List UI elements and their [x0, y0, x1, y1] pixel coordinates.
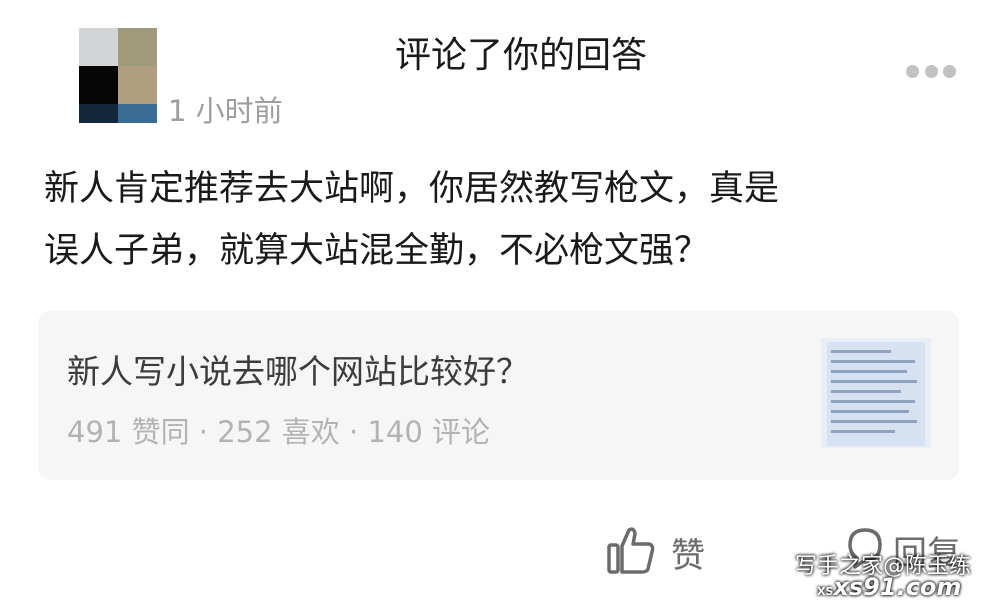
- more-dots-icon: [906, 64, 919, 78]
- comment-line: 误人子弟，就算大站混全勤，不必枪文强？: [44, 231, 710, 271]
- more-options-button[interactable]: [906, 60, 956, 82]
- comment-line: 新人肯定推荐去大站啊，你居然教写枪文，真是: [44, 169, 780, 209]
- comment-text: 新人肯定推荐去大站啊，你居然教写枪文，真是 误人子弟，就算大站混全勤，不必枪文强…: [44, 158, 944, 282]
- timestamp: 1 小时前: [168, 94, 283, 128]
- answer-card[interactable]: 新人写小说去哪个网站比较好？ 491 赞同 · 252 喜欢 · 140 评论: [38, 311, 959, 480]
- like-button[interactable]: 赞: [607, 525, 705, 579]
- thumbs-up-icon: [607, 525, 655, 579]
- answer-card-title[interactable]: 新人写小说去哪个网站比较好？: [67, 345, 529, 393]
- watermark: 写手之家@陈玉练 XSxs91.com: [795, 548, 975, 601]
- like-label: 赞: [671, 535, 705, 576]
- notification-title: 评论了你的回答: [395, 35, 648, 76]
- avatar[interactable]: [79, 28, 157, 123]
- more-dots-icon: [924, 64, 938, 78]
- watermark-url: XSxs91.com: [817, 573, 962, 601]
- more-dots-icon: [943, 64, 956, 78]
- answer-thumbnail: [821, 338, 931, 448]
- answer-card-stats: 491 赞同 · 252 喜欢 · 140 评论: [67, 415, 491, 449]
